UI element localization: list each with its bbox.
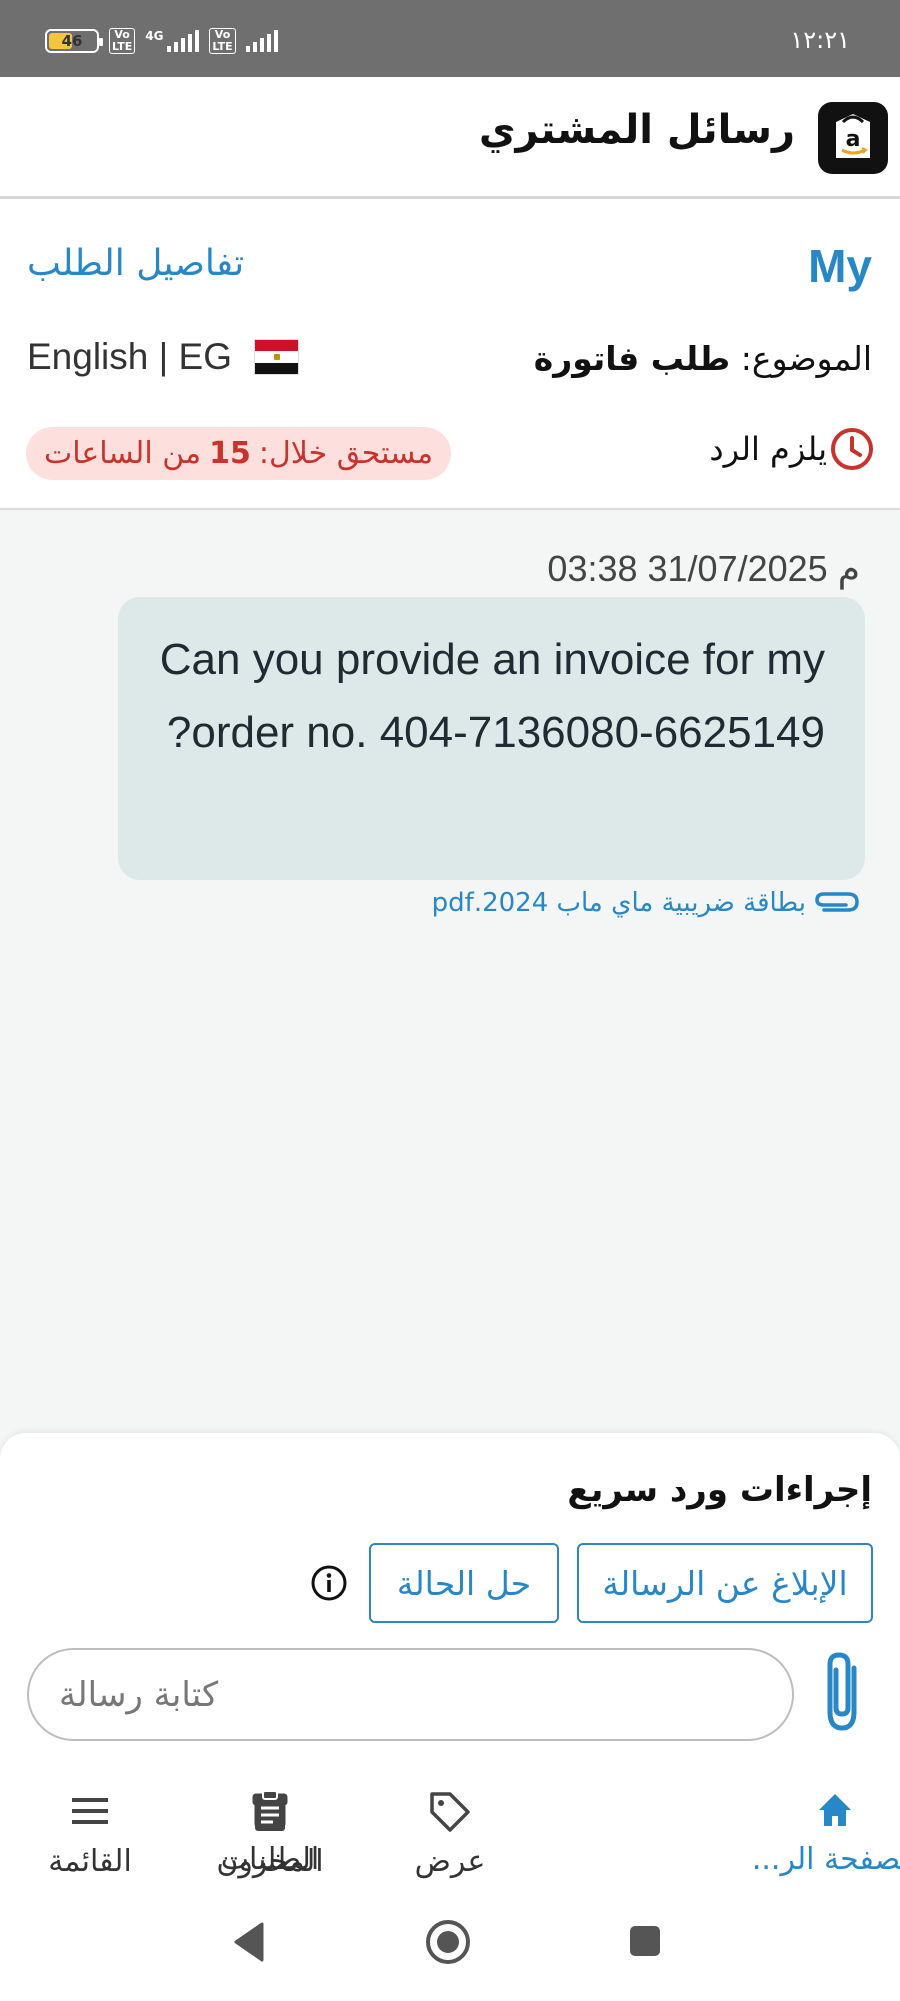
order-details-link[interactable]: تفاصيل الطلب <box>27 243 244 284</box>
network-type: 4G <box>145 29 164 43</box>
nav-inventory-label: المخزون <box>216 1844 324 1879</box>
nav-home[interactable]: الصفحة الر... <box>750 1788 900 1877</box>
volte-icon: Vo LTE <box>109 28 136 54</box>
message-input-placeholder: كتابة رسالة <box>59 1674 219 1715</box>
language-label: English | EG <box>27 336 232 377</box>
info-icon[interactable] <box>310 1564 348 1602</box>
resolve-case-button[interactable]: حل الحالة <box>369 1543 559 1623</box>
paperclip-icon <box>815 892 859 912</box>
signal-icon <box>167 30 200 52</box>
egypt-flag-icon <box>253 339 299 375</box>
home-circle-icon[interactable] <box>423 1917 473 1967</box>
reply-required: يلزم الرد <box>709 426 875 472</box>
volte-icon-2: Vo LTE <box>209 28 236 54</box>
nav-menu[interactable]: القائمة <box>5 1788 175 1879</box>
attachment-name: بطاقة ضريبية ماي ماب 2024.pdf <box>431 888 806 918</box>
recent-apps-icon[interactable] <box>627 1923 663 1959</box>
status-bar: 46 Vo LTE 4G Vo LTE ١٢:٢١ <box>0 0 900 77</box>
language-region: English | EG <box>27 336 299 378</box>
conversation-info: My تفاصيل الطلب الموضوع: طلب فاتورة Engl… <box>0 199 900 510</box>
system-navigation-bar <box>0 1890 900 2001</box>
nav-offers[interactable]: عرض <box>365 1788 535 1879</box>
due-prefix: مستحق خلال: <box>258 436 434 471</box>
app-bar: a رسائل المشتري <box>0 77 900 199</box>
subject-value: طلب فاتورة <box>533 339 731 378</box>
clock-icon <box>831 428 873 470</box>
due-hours: 15 <box>209 436 251 471</box>
amazon-logo-icon[interactable]: a <box>818 102 888 174</box>
subject-label: الموضوع: <box>740 339 872 378</box>
home-icon <box>819 1794 851 1826</box>
due-badge: مستحق خلال: 15 من الساعات <box>26 427 452 480</box>
signal-icon-2 <box>245 30 278 52</box>
message-attachment[interactable]: بطاقة ضريبية ماي ماب 2024.pdf <box>432 888 862 918</box>
back-icon[interactable] <box>232 1920 268 1964</box>
message-timestamp: 03:38 31/07/2025 م <box>547 548 860 589</box>
nav-menu-label: القائمة <box>48 1844 132 1879</box>
tag-icon <box>430 1792 470 1832</box>
status-icons: 46 Vo LTE 4G Vo LTE <box>45 28 278 54</box>
reply-required-label: يلزم الرد <box>709 430 827 468</box>
buyer-name[interactable]: My <box>808 239 872 293</box>
attach-file-icon[interactable] <box>820 1650 870 1736</box>
quick-actions-title: إجراءات ورد سريع <box>567 1470 872 1510</box>
message-input[interactable]: كتابة رسالة <box>27 1648 794 1741</box>
report-message-button[interactable]: الإبلاغ عن الرسالة <box>577 1543 873 1623</box>
battery-icon: 46 <box>45 29 103 53</box>
due-suffix: من الساعات <box>44 436 202 471</box>
nav-offers-label: عرض <box>414 1844 486 1879</box>
battery-level: 46 <box>61 32 83 50</box>
subject: الموضوع: طلب فاتورة <box>534 339 872 378</box>
svg-text:a: a <box>846 127 861 152</box>
clock: ١٢:٢١ <box>790 26 850 54</box>
clipboard-icon <box>255 1790 285 1831</box>
message-bubble: Can you provide an invoice for my order … <box>118 597 865 880</box>
quick-actions-panel: إجراءات ورد سريع الإبلاغ عن الرسالة حل ا… <box>0 1433 900 1770</box>
page-title: رسائل المشتري <box>478 107 795 153</box>
nav-inventory[interactable]: المخزون <box>185 1788 355 1879</box>
nav-home-label: الصفحة الر... <box>751 1842 900 1877</box>
hamburger-menu-icon <box>72 1798 108 1824</box>
